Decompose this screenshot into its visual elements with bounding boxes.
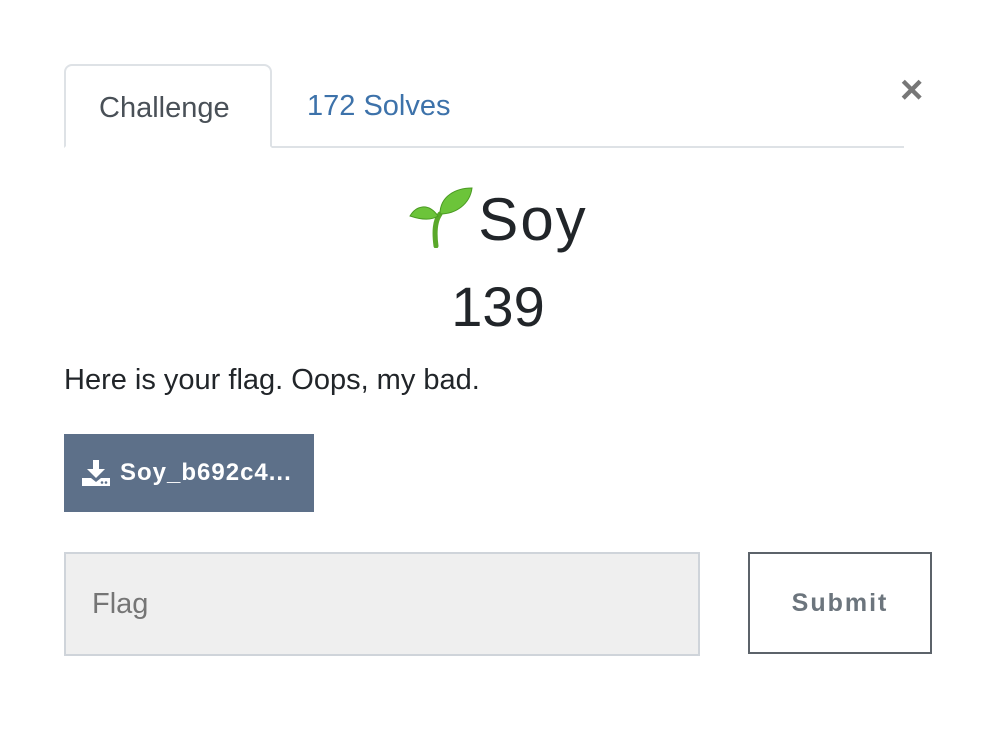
download-file-button[interactable]: Soy_b692c4... (64, 434, 314, 512)
seedling-icon (409, 187, 473, 249)
download-icon (82, 460, 110, 486)
challenge-title: Soy (0, 180, 996, 260)
download-file-label: Soy_b692c4... (120, 459, 292, 486)
challenge-points: 139 (451, 275, 545, 338)
challenge-name: Soy (478, 186, 588, 253)
challenge-description: Here is your flag. Oops, my bad. (64, 364, 480, 396)
challenge-tabs: Challenge 172 Solves (64, 64, 904, 148)
tab-solves[interactable]: 172 Solves (274, 64, 484, 148)
submit-button[interactable]: Submit (748, 552, 932, 654)
tab-challenge[interactable]: Challenge (64, 64, 272, 148)
close-button[interactable]: × (900, 70, 923, 110)
flag-input[interactable] (64, 552, 700, 656)
